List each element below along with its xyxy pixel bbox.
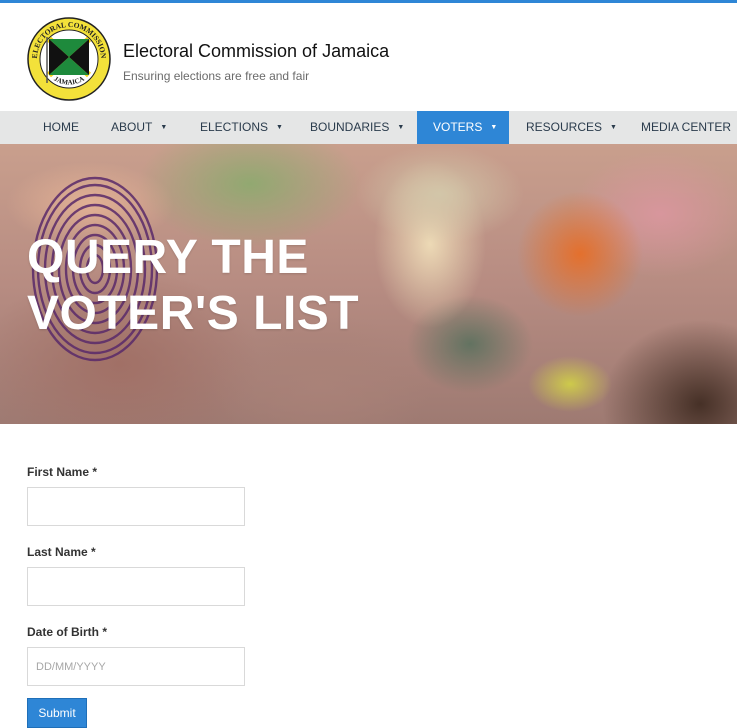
- first-name-label: First Name *: [27, 465, 98, 479]
- first-name-field[interactable]: [27, 487, 245, 526]
- dob-label: Date of Birth *: [27, 625, 108, 639]
- page-title-line-2: VOTER'S LIST: [27, 287, 360, 340]
- nav-item-home[interactable]: HOME: [27, 111, 95, 144]
- nav-item-label: VOTERS: [433, 120, 483, 134]
- caret-down-icon: ▼: [610, 124, 617, 131]
- nav-item-label: BOUNDARIES: [310, 120, 390, 134]
- main-nav: HOME ABOUT ▼ ELECTIONS ▼ BOUNDARIES ▼ VOTER…: [0, 111, 737, 144]
- nav-item-label: HOME: [43, 120, 79, 134]
- nav-item-media-center[interactable]: MEDIA CENTER▼: [624, 111, 737, 144]
- nav-item-label: ABOUT: [111, 120, 153, 134]
- dob-field[interactable]: [27, 647, 245, 686]
- nav-item-resources[interactable]: RESOURCES ▼: [509, 111, 624, 144]
- page-title-line-1: QUERY THE: [27, 231, 309, 284]
- ecj-logo[interactable]: ELECTORAL COMMISSION JAMAICA: [27, 17, 111, 101]
- last-name-label: Last Name *: [27, 545, 96, 559]
- nav-item-boundaries[interactable]: BOUNDARIES ▼: [294, 111, 417, 144]
- site-title[interactable]: Electoral Commission of Jamaica: [123, 41, 389, 62]
- caret-down-icon: ▼: [276, 124, 283, 131]
- caret-down-icon: ▼: [397, 124, 405, 131]
- nav-item-label: RESOURCES: [526, 120, 603, 134]
- site-header: ELECTORAL COMMISSION JAMAICA Electoral C…: [0, 3, 737, 111]
- voter-query-form: First Name * Last Name * Date of Birth *…: [27, 465, 245, 728]
- site-tagline: Ensuring elections are free and fair: [123, 69, 310, 83]
- nav-item-about[interactable]: ABOUT ▼: [95, 111, 184, 144]
- nav-item-label: ELECTIONS: [200, 120, 269, 134]
- caret-down-icon: ▼: [160, 124, 168, 131]
- nav-item-voters[interactable]: VOTERS ▼: [417, 111, 509, 144]
- nav-item-label: MEDIA CENTER: [641, 120, 732, 134]
- nav-item-elections[interactable]: ELECTIONS ▼: [184, 111, 294, 144]
- submit-button[interactable]: Submit: [27, 698, 87, 728]
- hero-banner: QUERY THE VOTER'S LIST: [0, 144, 737, 424]
- last-name-field[interactable]: [27, 567, 245, 606]
- caret-down-icon: ▼: [490, 124, 498, 131]
- page-title: QUERY THE VOTER'S LIST: [27, 230, 359, 342]
